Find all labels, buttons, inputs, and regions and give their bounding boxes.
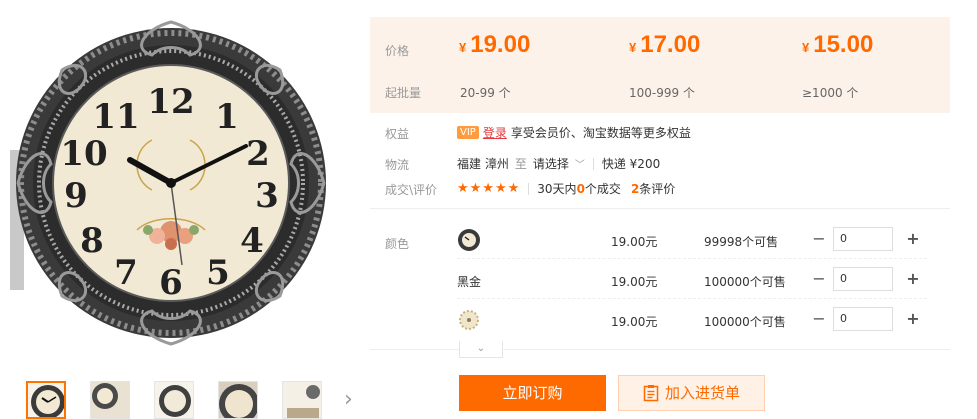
review-suffix[interactable]: 条评价 (639, 180, 675, 197)
sku-separator (457, 258, 927, 259)
quantity-stepper: − 0 + (809, 306, 923, 332)
price-label: 价格 (385, 44, 410, 58)
sku-swatch-image[interactable] (457, 308, 481, 332)
sku-stock: 100000个可售 (704, 315, 786, 329)
moq-tier-1: 20-99 个 (460, 86, 511, 100)
benefits-row: VIP 登录 享受会员价、淘宝数据等更多权益 (457, 124, 691, 141)
plus-button[interactable]: + (903, 227, 923, 251)
sku-price: 19.00元 (611, 315, 658, 329)
svg-text:9: 9 (64, 176, 88, 216)
svg-text:11: 11 (92, 97, 139, 137)
svg-text:12: 12 (147, 82, 194, 122)
price-block: 价格 起批量 ¥19.00 ¥17.00 ¥15.00 20-99 个 100-… (370, 17, 950, 113)
thumbnail-image (159, 385, 191, 417)
quantity-stepper: − 0 + (809, 226, 923, 252)
benefits-label: 权益 (385, 127, 410, 141)
order-now-button[interactable]: 立即订购 (459, 375, 606, 411)
thumbnail-image (31, 385, 64, 417)
chevron-down-icon: ﹀ (574, 160, 585, 171)
price-tier-1: ¥19.00 (459, 31, 531, 58)
color-label: 颜色 (385, 237, 410, 251)
deals-prefix: 30天内 (537, 182, 577, 196)
sku-bottom-divider (370, 349, 950, 350)
main-product-image: 12 1 2 3 4 5 6 7 8 9 10 11 (16, 20, 326, 346)
expand-sku-button[interactable]: ⌄ (459, 341, 503, 358)
minus-button[interactable]: − (809, 267, 829, 291)
minus-button[interactable]: − (809, 227, 829, 251)
sku-price: 19.00元 (611, 235, 658, 249)
price-tier-2: ¥17.00 (629, 31, 701, 58)
svg-text:7: 7 (114, 253, 138, 293)
deals-suffix: 个成交 (584, 182, 621, 196)
thumbnail-3[interactable] (154, 381, 194, 419)
sku-separator (457, 298, 927, 299)
thumbnail-5[interactable] (282, 381, 322, 419)
benefits-text: 享受会员价、淘宝数据等更多权益 (510, 126, 691, 140)
svg-text:6: 6 (159, 263, 183, 303)
thumbnail-image (91, 382, 129, 418)
destination-select[interactable]: 请选择 ﹀ (533, 155, 585, 172)
svg-text:2: 2 (246, 134, 270, 174)
star-rating-icon: ★★★★★ (457, 181, 521, 196)
vip-badge: VIP (457, 126, 479, 139)
moq-tier-2: 100-999 个 (629, 86, 695, 100)
quantity-stepper: − 0 + (809, 266, 923, 292)
quantity-input[interactable]: 0 (833, 227, 893, 251)
review-count[interactable]: 2 (631, 182, 639, 196)
sku-row-3: 19.00元 100000个可售 − 0 + (457, 306, 927, 336)
moq-tier-3: ≥1000 个 (802, 86, 859, 100)
origin-text: 福建 漳州 (457, 157, 509, 171)
sku-swatch-image[interactable] (457, 228, 481, 252)
svg-text:1: 1 (215, 97, 239, 137)
quantity-input[interactable]: 0 (833, 267, 893, 291)
section-divider (370, 208, 950, 209)
to-text: 至 (514, 157, 527, 171)
clipboard-icon (643, 385, 659, 402)
thumbnail-next-arrow[interactable]: › (344, 389, 358, 411)
thumbnail-1[interactable] (26, 381, 66, 419)
add-to-purchase-list-label: 加入进货单 (664, 384, 740, 402)
express-fee: 快递 ¥200 (601, 157, 661, 171)
sku-price: 19.00元 (611, 275, 658, 289)
reviews-row: ★★★★★ 30天内 0 个成交 2 条评价 (457, 180, 675, 197)
reviews-label: 成交\评价 (385, 183, 438, 197)
plus-button[interactable]: + (903, 267, 923, 291)
moq-label: 起批量 (385, 86, 422, 100)
thumbnail-image (283, 382, 321, 418)
add-to-purchase-list-button[interactable]: 加入进货单 (618, 375, 765, 411)
plus-button[interactable]: + (903, 307, 923, 331)
svg-text:5: 5 (206, 253, 230, 293)
logistics-row: 福建 漳州 至 请选择 ﹀ 快递 ¥200 (457, 155, 660, 172)
minus-button[interactable]: − (809, 307, 829, 331)
sku-stock: 99998个可售 (704, 235, 779, 249)
thumbnail-4[interactable] (218, 381, 258, 419)
svg-text:10: 10 (60, 134, 107, 174)
divider (528, 182, 530, 195)
svg-text:4: 4 (240, 221, 264, 261)
sku-row-1: 19.00元 99998个可售 − 0 + (457, 226, 927, 256)
thumbnail-2[interactable] (90, 381, 130, 419)
sku-stock: 100000个可售 (704, 275, 786, 289)
deals-count[interactable]: 0 (577, 182, 585, 196)
logistics-label: 物流 (385, 158, 410, 172)
thumbnail-image (219, 382, 257, 418)
sku-row-2: 黑金 19.00元 100000个可售 − 0 + (457, 266, 927, 296)
thumbnail-strip: › (26, 381, 366, 419)
sku-name[interactable]: 黑金 (457, 273, 481, 290)
quantity-input[interactable]: 0 (833, 307, 893, 331)
price-tier-3: ¥15.00 (802, 31, 874, 58)
svg-text:3: 3 (255, 176, 279, 216)
login-link[interactable]: 登录 (483, 124, 507, 141)
divider (592, 157, 594, 170)
svg-text:8: 8 (80, 221, 104, 261)
